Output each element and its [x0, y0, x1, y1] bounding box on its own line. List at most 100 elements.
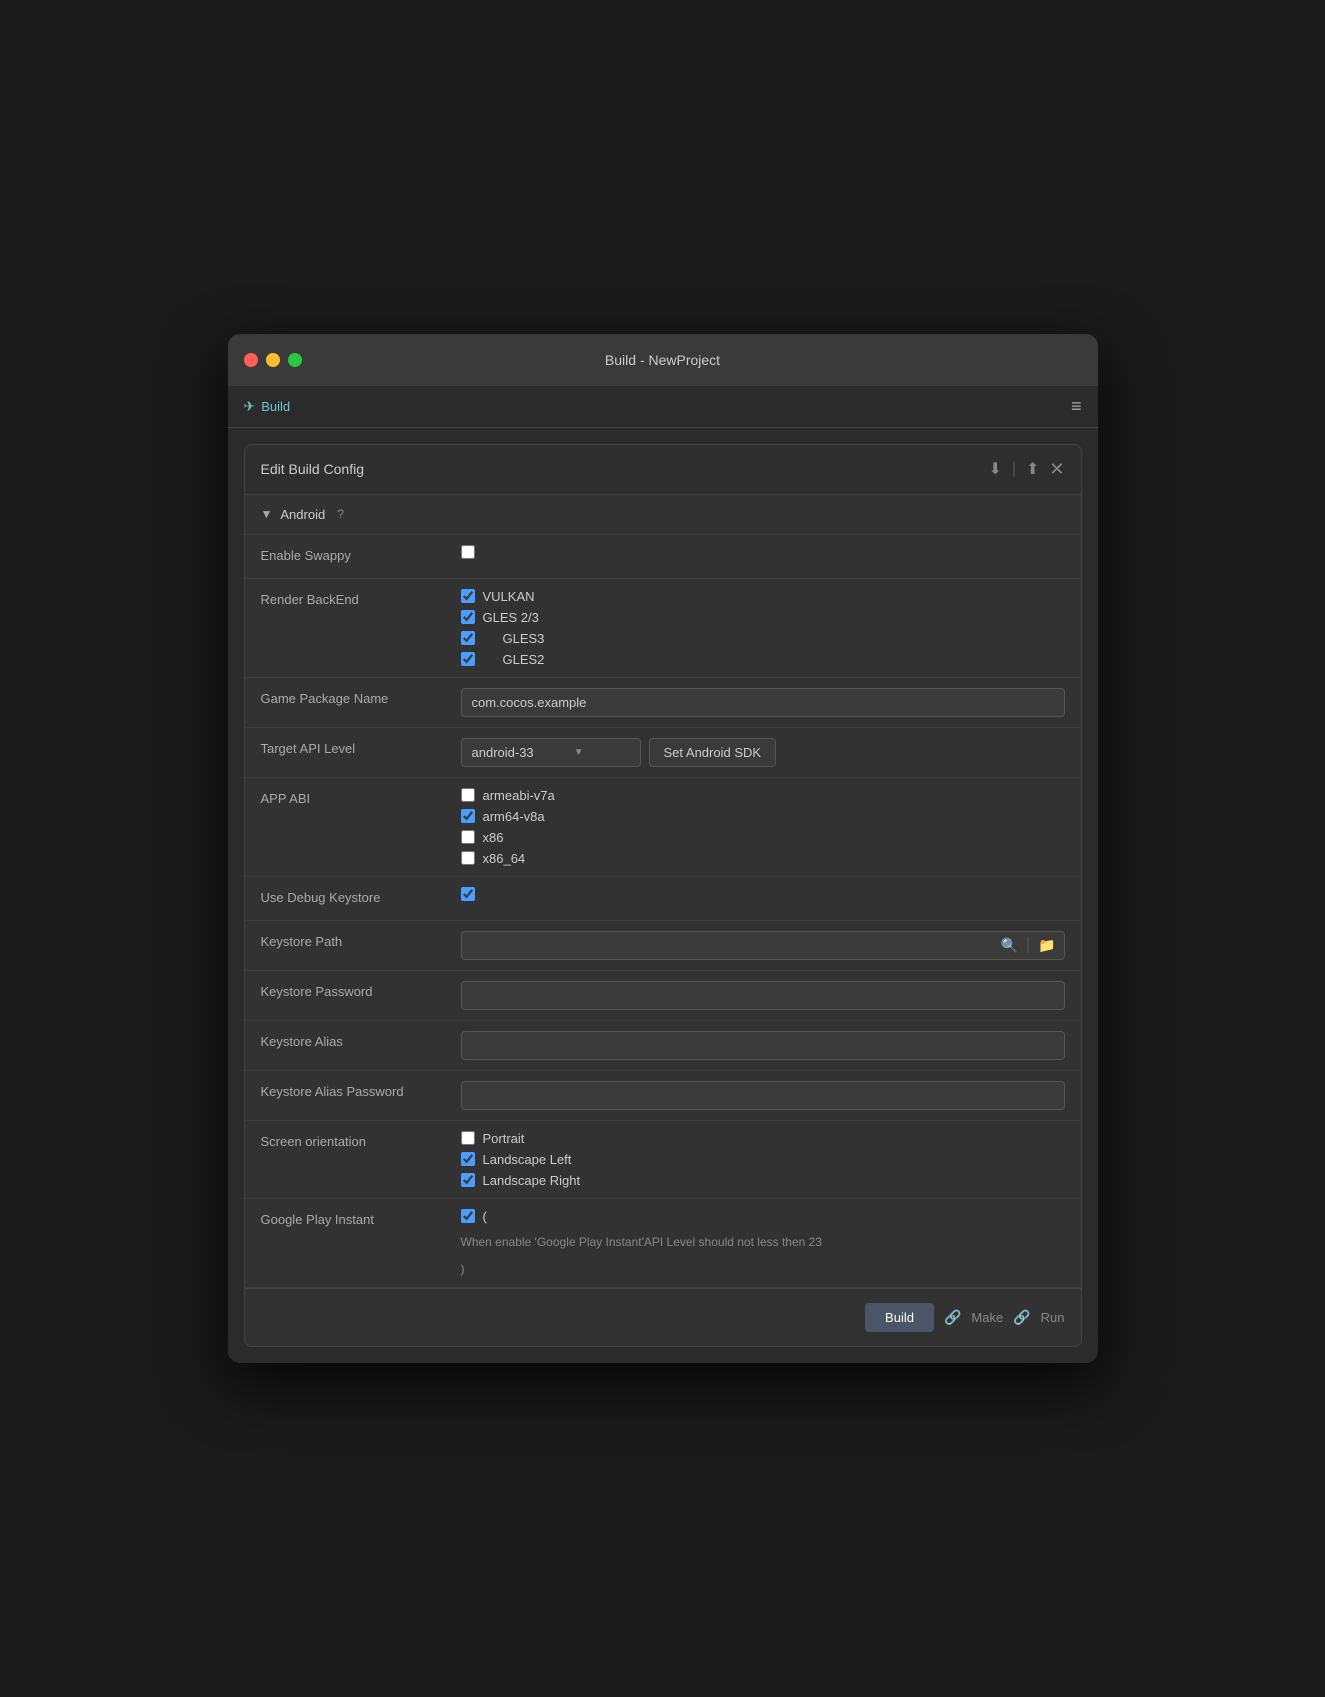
run-button[interactable]: Run: [1041, 1310, 1065, 1325]
use-debug-keystore-label: Use Debug Keystore: [261, 887, 461, 905]
google-play-instant-control: ( When enable 'Google Play Instant'API L…: [461, 1209, 1065, 1278]
target-api-level-row: Target API Level android-33 ▼ Set Androi…: [245, 728, 1081, 778]
x86-64-row: x86_64: [461, 851, 1065, 866]
hamburger-menu[interactable]: ≡: [1071, 396, 1082, 417]
target-api-select-row: android-33 ▼ Set Android SDK: [461, 738, 1065, 767]
google-play-instant-note-after: ): [461, 1257, 1065, 1278]
android-section-header: ▼ Android ?: [245, 495, 1081, 535]
game-package-name-control: [461, 688, 1065, 717]
dialog-footer: Build 🔗 Make 🔗 Run: [245, 1288, 1081, 1346]
gles2-row: GLES2: [461, 652, 1065, 667]
gles2-checkbox[interactable]: [461, 652, 475, 666]
game-package-name-row: Game Package Name: [245, 678, 1081, 728]
screen-orientation-row: Screen orientation Portrait Landscape Le…: [245, 1121, 1081, 1199]
google-play-instant-note-before: (: [483, 1209, 487, 1224]
keystore-alias-input[interactable]: [461, 1031, 1065, 1060]
portrait-checkbox[interactable]: [461, 1131, 475, 1145]
android-help-icon[interactable]: ?: [337, 507, 344, 521]
build-tab-label: Build: [261, 399, 290, 414]
build-button[interactable]: Build: [865, 1303, 934, 1332]
run-link-icon: 🔗: [1013, 1309, 1030, 1326]
landscape-left-checkbox[interactable]: [461, 1152, 475, 1166]
vulkan-row: VULKAN: [461, 589, 1065, 604]
x86-row: x86: [461, 830, 1065, 845]
keystore-alias-password-input[interactable]: [461, 1081, 1065, 1110]
app-abi-label: APP ABI: [261, 788, 461, 806]
export-icon[interactable]: ⬆: [1026, 459, 1039, 479]
google-play-instant-checkbox-row: (: [461, 1209, 1065, 1224]
make-link-icon: 🔗: [944, 1309, 961, 1326]
android-chevron-icon[interactable]: ▼: [261, 507, 273, 521]
enable-swappy-checkbox[interactable]: [461, 545, 475, 559]
x86-label: x86: [483, 830, 504, 845]
google-play-instant-checkbox[interactable]: [461, 1209, 475, 1223]
keystore-search-icon[interactable]: 🔍: [992, 937, 1025, 954]
target-api-level-label: Target API Level: [261, 738, 461, 756]
gles3-checkbox[interactable]: [461, 631, 475, 645]
landscape-right-row: Landscape Right: [461, 1173, 1065, 1188]
gles3-row: GLES3: [461, 631, 1065, 646]
enable-swappy-checkbox-row: [461, 545, 1065, 559]
keystore-alias-password-row: Keystore Alias Password: [245, 1071, 1081, 1121]
keystore-folder-icon[interactable]: 📁: [1030, 937, 1063, 954]
vulkan-checkbox[interactable]: [461, 589, 475, 603]
gles23-label: GLES 2/3: [483, 610, 539, 625]
dropdown-arrow-icon: ▼: [574, 747, 584, 758]
build-tab[interactable]: ✈ Build: [244, 398, 291, 415]
keystore-alias-control: [461, 1031, 1065, 1060]
make-link-container: 🔗: [944, 1309, 961, 1326]
dialog: Edit Build Config ⬇ | ⬆ ✕ ▼ Android ?: [244, 444, 1082, 1348]
landscape-right-checkbox[interactable]: [461, 1173, 475, 1187]
close-button[interactable]: [244, 353, 258, 367]
target-api-level-control: android-33 ▼ Set Android SDK: [461, 738, 1065, 767]
keystore-path-label: Keystore Path: [261, 931, 461, 949]
render-backend-label: Render BackEnd: [261, 589, 461, 607]
game-package-name-label: Game Package Name: [261, 688, 461, 706]
main-window: Build - NewProject ✈ Build ≡ Edit Build …: [228, 334, 1098, 1364]
app-abi-row: APP ABI armeabi-v7a arm64-v8a x86: [245, 778, 1081, 877]
run-link-container: 🔗: [1013, 1309, 1030, 1326]
keystore-path-input[interactable]: [462, 932, 993, 959]
titlebar: Build - NewProject: [228, 334, 1098, 386]
gles23-row: GLES 2/3: [461, 610, 1065, 625]
landscape-left-row: Landscape Left: [461, 1152, 1065, 1167]
dialog-body: ▼ Android ? Enable Swappy Render BackEnd: [245, 495, 1081, 1289]
keystore-password-input[interactable]: [461, 981, 1065, 1010]
landscape-left-label: Landscape Left: [483, 1152, 572, 1167]
keystore-path-input-container: 🔍 | 📁: [461, 931, 1065, 960]
target-api-dropdown[interactable]: android-33 ▼: [461, 738, 641, 767]
keystore-path-row: Keystore Path 🔍 | 📁: [245, 921, 1081, 971]
minimize-button[interactable]: [266, 353, 280, 367]
google-play-instant-label: Google Play Instant: [261, 1209, 461, 1227]
arm64-v8a-label: arm64-v8a: [483, 809, 545, 824]
x86-checkbox[interactable]: [461, 830, 475, 844]
traffic-lights: [244, 353, 302, 367]
app-abi-control: armeabi-v7a arm64-v8a x86 x86_64: [461, 788, 1065, 866]
game-package-name-input[interactable]: [461, 688, 1065, 717]
vulkan-label: VULKAN: [483, 589, 535, 604]
use-debug-keystore-control: [461, 887, 1065, 901]
import-icon[interactable]: ⬇: [988, 459, 1001, 479]
armeabi-v7a-label: armeabi-v7a: [483, 788, 555, 803]
use-debug-keystore-checkbox-row: [461, 887, 1065, 901]
render-backend-control: VULKAN GLES 2/3 GLES3 GLES2: [461, 589, 1065, 667]
window-title: Build - NewProject: [244, 352, 1082, 368]
keystore-path-control: 🔍 | 📁: [461, 931, 1065, 960]
gles3-label: GLES3: [503, 631, 545, 646]
portrait-row: Portrait: [461, 1131, 1065, 1146]
arm64-v8a-checkbox[interactable]: [461, 809, 475, 823]
keystore-alias-label: Keystore Alias: [261, 1031, 461, 1049]
enable-swappy-label: Enable Swappy: [261, 545, 461, 563]
google-play-instant-row: Google Play Instant ( When enable 'Googl…: [245, 1199, 1081, 1289]
toolbar: ✈ Build ≡: [228, 386, 1098, 428]
x86-64-checkbox[interactable]: [461, 851, 475, 865]
make-button[interactable]: Make: [971, 1310, 1003, 1325]
maximize-button[interactable]: [288, 353, 302, 367]
build-tab-icon: ✈: [244, 398, 256, 415]
set-android-sdk-button[interactable]: Set Android SDK: [649, 738, 777, 767]
armeabi-v7a-checkbox[interactable]: [461, 788, 475, 802]
enable-swappy-row: Enable Swappy: [245, 535, 1081, 579]
dialog-close-button[interactable]: ✕: [1049, 459, 1064, 480]
gles23-checkbox[interactable]: [461, 610, 475, 624]
use-debug-keystore-checkbox[interactable]: [461, 887, 475, 901]
